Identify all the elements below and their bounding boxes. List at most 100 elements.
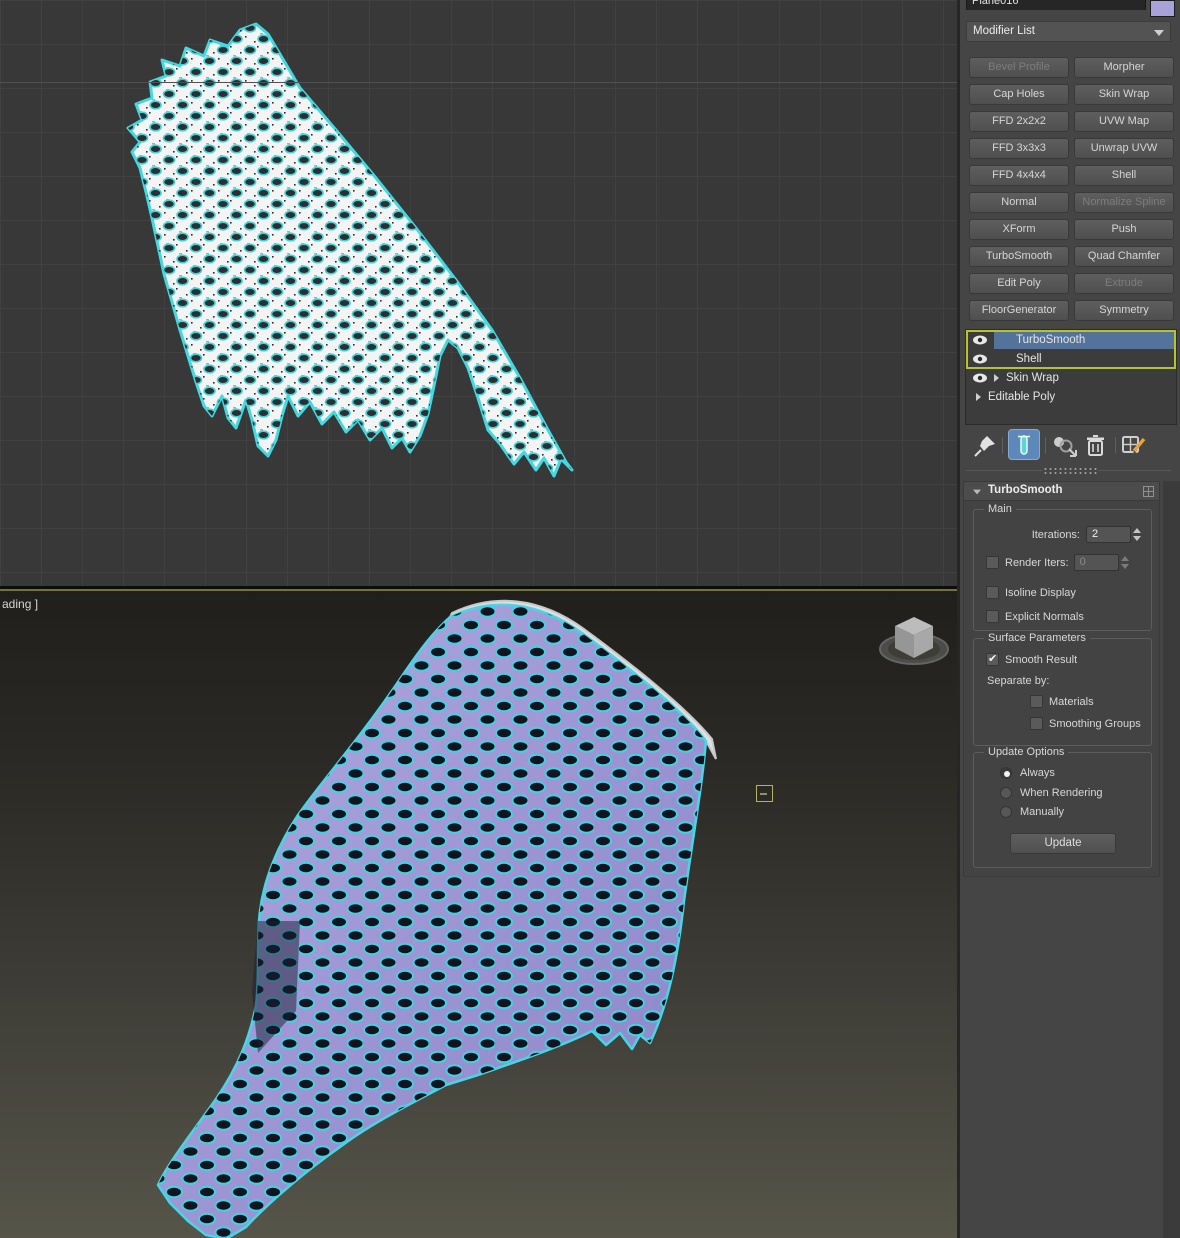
when-rendering-radio[interactable]: [1000, 787, 1012, 799]
toolbar-separator: [1002, 437, 1003, 454]
materials-label: Materials: [1049, 695, 1094, 708]
helper-selection-marker[interactable]: [756, 785, 773, 802]
configure-modifier-sets-button[interactable]: [1121, 433, 1149, 459]
render-iters-label: Render Iters:: [1005, 556, 1069, 569]
stack-item-label: Skin Wrap: [1006, 371, 1059, 384]
materials-checkbox[interactable]: [1030, 695, 1043, 708]
update-button[interactable]: Update: [1010, 833, 1116, 854]
modifier-button-bevel-profile: Bevel Profile: [969, 57, 1069, 78]
modifier-button-morpher[interactable]: Morpher: [1074, 57, 1174, 78]
stack-item-label: Editable Poly: [988, 390, 1056, 403]
modifier-button-ffd-4x4x4[interactable]: FFD 4x4x4: [969, 165, 1069, 186]
modifier-list-label: Modifier List: [973, 25, 1035, 37]
modifier-button-grid: Bevel Profile Morpher Cap Holes Skin Wra…: [969, 57, 1175, 321]
object-color-swatch[interactable]: [1150, 0, 1175, 17]
spinner-down-icon: [1120, 564, 1129, 569]
group-main: Main Iterations: 2 Render Iters: 0 Isoli…: [973, 503, 1152, 631]
modifier-button-edit-poly[interactable]: Edit Poly: [969, 273, 1069, 294]
when-rendering-label: When Rendering: [1020, 787, 1103, 799]
modifier-button-ffd-3x3x3[interactable]: FFD 3x3x3: [969, 138, 1069, 159]
stack-row-editable-poly[interactable]: Editable Poly: [966, 387, 1176, 406]
stack-row-shell[interactable]: Shell: [966, 349, 1176, 368]
stack-row-skin-wrap[interactable]: Skin Wrap: [966, 368, 1176, 387]
smoothing-groups-checkbox[interactable]: [1030, 717, 1043, 730]
always-label: Always: [1020, 767, 1055, 779]
manually-label: Manually: [1020, 806, 1065, 818]
group-main-label: Main: [984, 503, 1016, 515]
modifier-button-shell[interactable]: Shell: [1074, 165, 1174, 186]
group-surface-label: Surface Parameters: [984, 632, 1090, 644]
isoline-display-checkbox[interactable]: [986, 586, 999, 599]
render-iters-spinner: 0: [1073, 554, 1119, 571]
command-panel: Plane016 Modifier List Bevel Profile Mor…: [957, 0, 1180, 1238]
panel-scroll-gutter[interactable]: [1163, 481, 1180, 1238]
modifier-stack: TurboSmooth Shell Skin Wrap Editable Pol…: [965, 329, 1177, 425]
eye-icon[interactable]: [966, 335, 994, 345]
spinner-up-icon: [1120, 556, 1129, 561]
spinner-arrows[interactable]: [1133, 526, 1146, 543]
viewport-top[interactable]: [0, 0, 957, 586]
bottom-viewport-mesh[interactable]: [0, 591, 957, 1238]
grid-major-line: [0, 82, 957, 83]
viewcube[interactable]: [876, 601, 952, 675]
group-update-label: Update Options: [984, 746, 1069, 758]
marker-dash: [760, 793, 767, 795]
chevron-down-icon: [973, 489, 981, 495]
test-tube-icon: [1018, 434, 1030, 455]
iterations-label: Iterations:: [1031, 528, 1080, 541]
object-name-text: Plane016: [972, 0, 1019, 7]
modifier-button-ffd-2x2x2[interactable]: FFD 2x2x2: [969, 111, 1069, 132]
modifier-button-push[interactable]: Push: [1074, 219, 1174, 240]
stack-item-label: Shell: [1016, 352, 1042, 365]
rollout-title: TurboSmooth: [988, 484, 1063, 496]
toolbar-separator: [1115, 437, 1116, 454]
group-surface-parameters: Surface Parameters Smooth Result Separat…: [973, 632, 1152, 746]
explicit-normals-checkbox[interactable]: [986, 610, 999, 623]
chevron-down-icon: [1154, 30, 1164, 36]
panel-splitter-grip[interactable]: [1042, 466, 1098, 475]
explicit-normals-label: Explicit Normals: [1005, 610, 1084, 623]
show-end-result-button[interactable]: [1008, 429, 1040, 460]
separate-by-label: Separate by:: [987, 675, 1050, 687]
remove-modifier-button[interactable]: [1083, 433, 1109, 459]
smooth-result-checkbox[interactable]: [986, 652, 999, 666]
manually-radio[interactable]: [1000, 806, 1012, 818]
modifier-button-uvw-map[interactable]: UVW Map: [1074, 111, 1174, 132]
modifier-button-skin-wrap[interactable]: Skin Wrap: [1074, 84, 1174, 105]
always-radio[interactable]: [1000, 767, 1012, 779]
toolbar-separator: [1045, 437, 1046, 454]
eye-icon[interactable]: [966, 354, 994, 364]
stack-toolbar: [960, 429, 1180, 463]
modifier-button-normalize-spline: Normalize Spline: [1074, 192, 1174, 213]
rollout-menu-icon[interactable]: [1143, 486, 1154, 497]
modifier-button-normal[interactable]: Normal: [969, 192, 1069, 213]
spinner-down-icon[interactable]: [1133, 536, 1141, 541]
spinner-arrows: [1120, 554, 1134, 571]
object-name-field[interactable]: Plane016: [966, 0, 1146, 10]
eye-icon[interactable]: [966, 373, 994, 383]
turbosmooth-rollout: TurboSmooth Main Iterations: 2 Render It…: [963, 481, 1160, 877]
stack-row-turbosmooth[interactable]: TurboSmooth: [966, 330, 1176, 349]
isoline-display-label: Isoline Display: [1005, 586, 1076, 599]
make-unique-button[interactable]: [1051, 433, 1079, 459]
modifier-button-unwrap-uvw[interactable]: Unwrap UVW: [1074, 138, 1174, 159]
viewport-bottom[interactable]: ading ]: [0, 591, 957, 1238]
modifier-button-xform[interactable]: XForm: [969, 219, 1069, 240]
spinner-up-icon[interactable]: [1133, 528, 1141, 533]
modifier-button-turbosmooth[interactable]: TurboSmooth: [969, 246, 1069, 267]
stack-item-label: TurboSmooth: [1016, 333, 1086, 346]
rollout-header[interactable]: TurboSmooth: [964, 482, 1159, 501]
render-iters-checkbox[interactable]: [986, 556, 999, 569]
modifier-button-floorgenerator[interactable]: FloorGenerator: [969, 300, 1069, 321]
smoothing-groups-label: Smoothing Groups: [1049, 717, 1141, 730]
smooth-result-label: Smooth Result: [1005, 653, 1078, 666]
group-update-options: Update Options Always When Rendering Man…: [973, 746, 1152, 868]
viewport-shading-label[interactable]: ading ]: [2, 597, 38, 611]
modifier-button-symmetry[interactable]: Symmetry: [1074, 300, 1174, 321]
modifier-button-quad-chamfer[interactable]: Quad Chamfer: [1074, 246, 1174, 267]
modifier-list-dropdown[interactable]: Modifier List: [966, 21, 1171, 42]
pin-stack-button[interactable]: [972, 433, 998, 459]
iterations-spinner[interactable]: 2: [1086, 526, 1131, 543]
modifier-button-cap-holes[interactable]: Cap Holes: [969, 84, 1069, 105]
top-viewport-mesh[interactable]: [0, 0, 957, 586]
